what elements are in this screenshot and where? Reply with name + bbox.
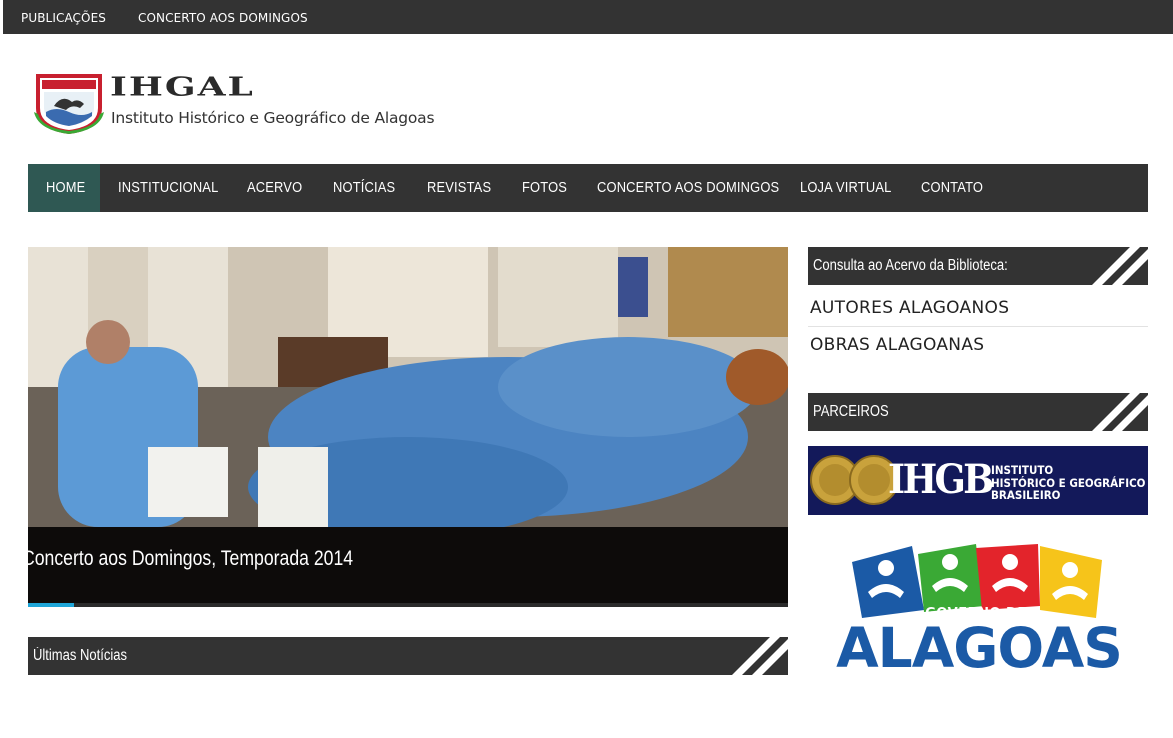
slide-caption[interactable]: Concerto aos Domingos, Temporada 2014 — [28, 547, 353, 571]
ihgb-name: INSTITUTO HISTÓRICO E GEOGRÁFICO BRASILE… — [991, 464, 1145, 502]
partners-header: PARCEIROS — [808, 393, 1148, 431]
ihgal-crest-icon — [34, 74, 104, 134]
latest-news-title: Últimas Notícias — [33, 647, 128, 664]
library-link-autores[interactable]: AUTORES ALAGOANOS — [808, 290, 1148, 327]
nav-institucional[interactable]: INSTITUCIONAL — [118, 164, 218, 212]
ihgb-logo-letters: IHGB — [888, 456, 994, 503]
ihgb-name-line: INSTITUTO — [991, 463, 1054, 477]
alagoas-label: ALAGOAS — [836, 616, 1123, 680]
featured-slider[interactable]: Concerto aos Domingos, Temporada 2014 — [28, 247, 788, 607]
diagonal-stripes-icon — [732, 637, 788, 675]
logo-subtitle: Instituto Histórico e Geográfico de Alag… — [111, 109, 435, 127]
toplink-concerto[interactable]: CONCERTO AOS DOMINGOS — [138, 11, 308, 25]
partners-title: PARCEIROS — [813, 403, 889, 420]
nav-concerto[interactable]: CONCERTO AOS DOMINGOS — [597, 164, 779, 212]
nav-fotos[interactable]: FOTOS — [522, 164, 567, 212]
logo-title: IHGAL — [110, 71, 255, 103]
partner-ihgb-banner[interactable]: IHGB INSTITUTO HISTÓRICO E GEOGRÁFICO BR… — [808, 446, 1148, 515]
nav-acervo[interactable]: ACERVO — [247, 164, 302, 212]
nav-noticias[interactable]: NOTÍCIAS — [333, 164, 395, 212]
diagonal-stripes-icon — [1092, 393, 1148, 431]
nav-home[interactable]: HOME — [46, 164, 85, 212]
slider-progress-fill — [28, 603, 74, 607]
latest-news-header: Últimas Notícias — [28, 637, 788, 675]
slider-progress-track — [28, 603, 788, 607]
nav-contato[interactable]: CONTATO — [921, 164, 983, 212]
nav-revistas[interactable]: REVISTAS — [427, 164, 491, 212]
ihgb-seal-icon — [810, 455, 898, 505]
library-link-obras[interactable]: OBRAS ALAGOANAS — [808, 327, 1148, 364]
ihgb-name-line: BRASILEIRO — [991, 488, 1061, 502]
main-nav: HOME INSTITUCIONAL ACERVO NOTÍCIAS REVIS… — [28, 164, 1148, 212]
library-header: Consulta ao Acervo da Biblioteca: — [808, 247, 1148, 285]
site-logo[interactable]: IHGAL Instituto Histórico e Geográfico d… — [32, 70, 435, 134]
top-bar: PUBLICAÇÕES CONCERTO AOS DOMINGOS — [3, 0, 1173, 34]
toplink-publicacoes[interactable]: PUBLICAÇÕES — [21, 11, 106, 25]
library-title: Consulta ao Acervo da Biblioteca: — [813, 257, 1008, 274]
nav-loja-virtual[interactable]: LOJA VIRTUAL — [800, 164, 891, 212]
diagonal-stripes-icon — [1092, 247, 1148, 285]
slide-photo — [28, 247, 788, 527]
